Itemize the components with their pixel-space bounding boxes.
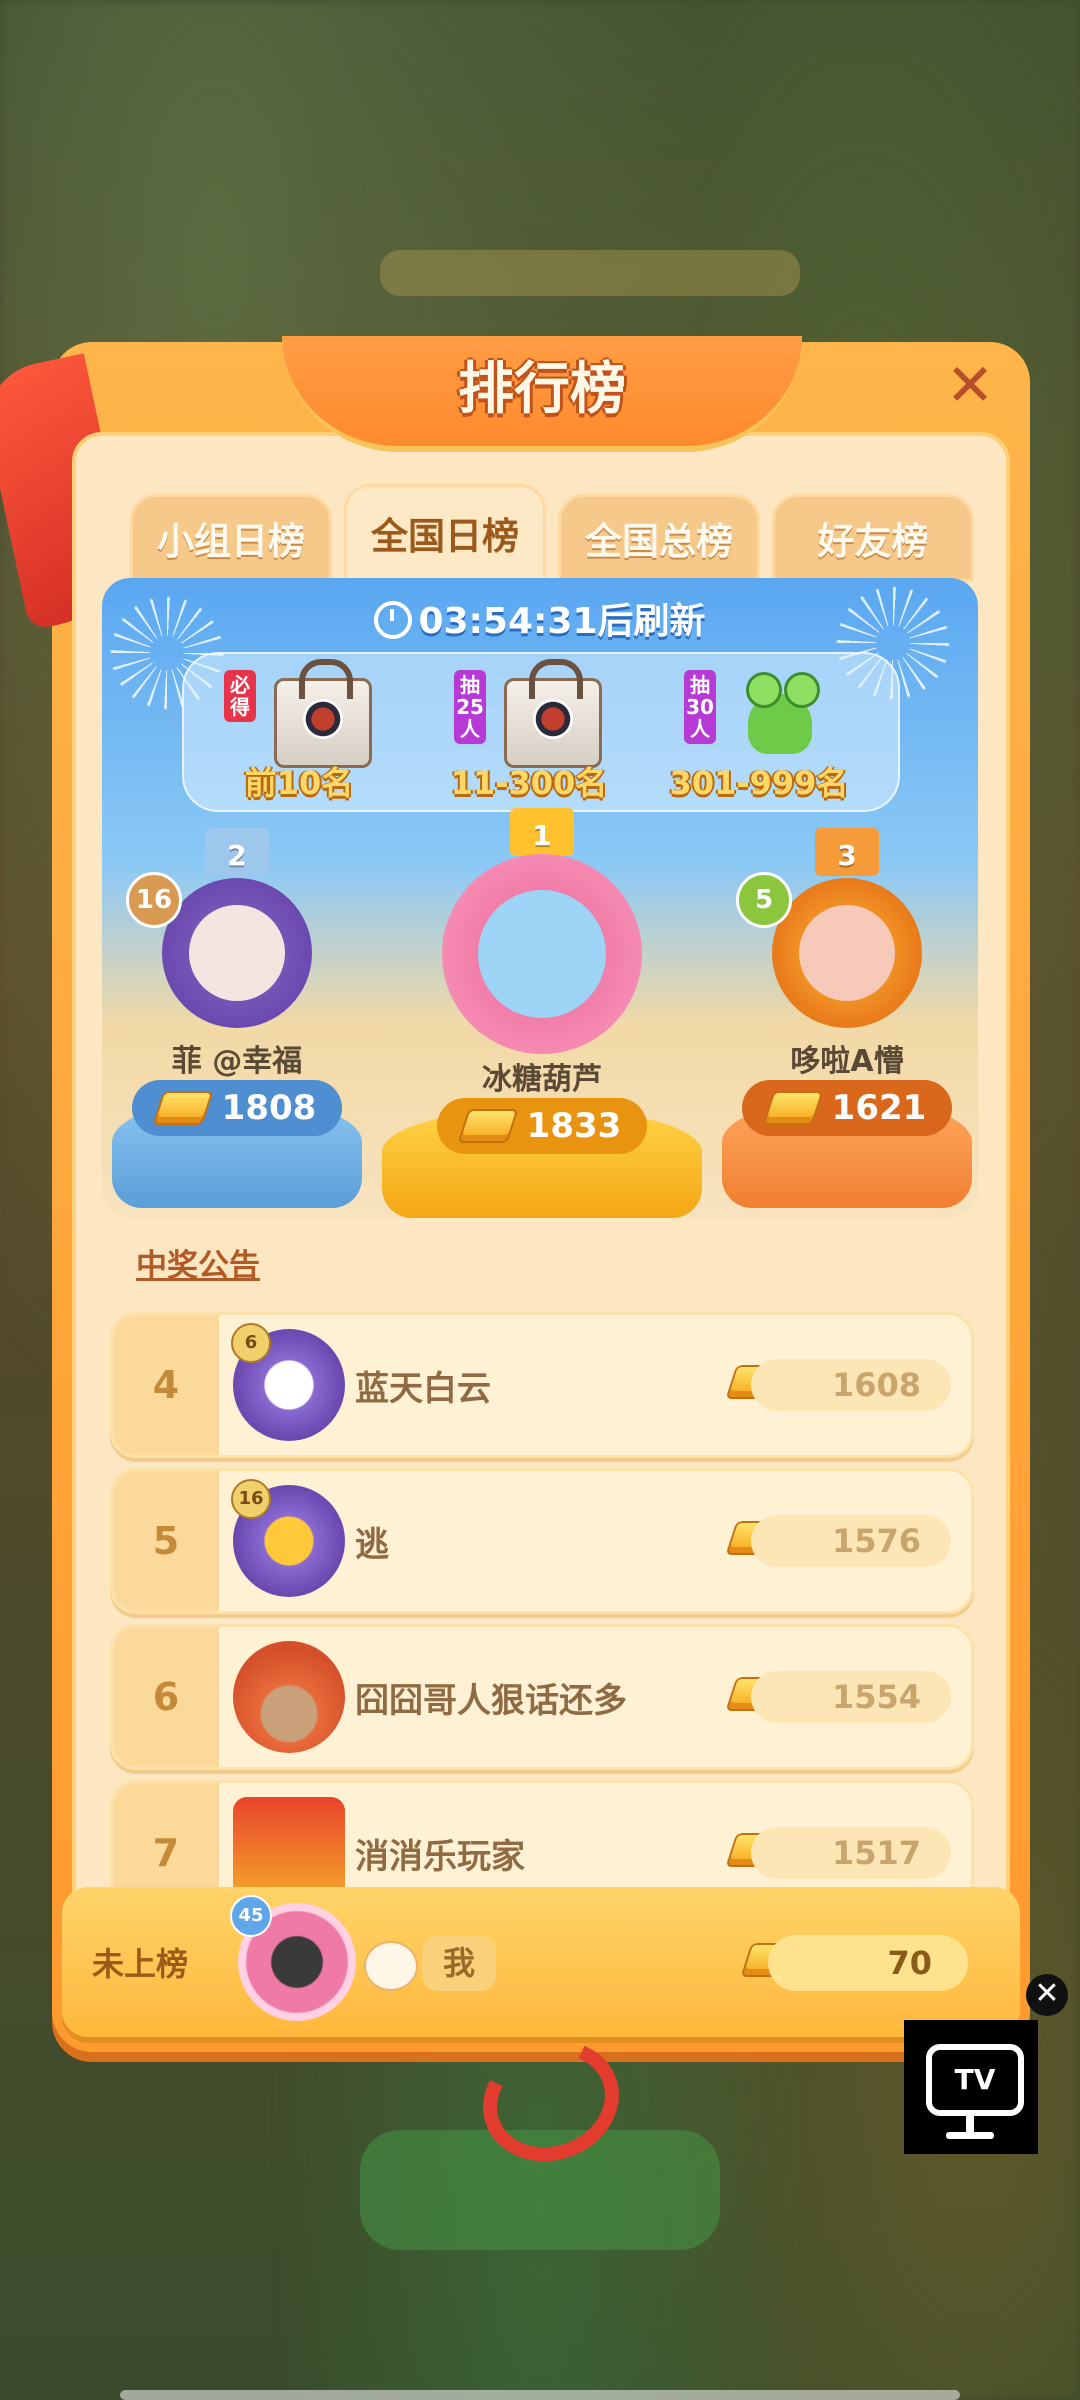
panel-title: 排行榜 <box>458 357 626 422</box>
bottom-indicator <box>120 2390 960 2400</box>
title-banner: 排行榜 <box>282 336 802 452</box>
reward-tag: 必得 <box>224 670 256 722</box>
rank-number: 6 <box>113 1627 219 1767</box>
leaderboard-panel: 排行榜 ✕ 小组日榜 全国日榜 全国总榜 好友榜 03:54:31后刷新 必得 … <box>0 336 1030 2181</box>
tab-group-daily[interactable]: 小组日榜 <box>130 494 332 582</box>
rank-number: 5 <box>113 1471 219 1611</box>
level-badge: 16 <box>231 1479 271 1519</box>
list-item[interactable]: 4 6 蓝天白云 1608 <box>110 1312 974 1458</box>
player-score: 1808 <box>221 1088 317 1128</box>
player-score: 1517 <box>751 1827 951 1879</box>
gift-bag-icon <box>274 659 372 768</box>
podium-area: 03:54:31后刷新 必得 前10名 抽25人 11-300名 抽30人 30… <box>102 578 978 1218</box>
player-name: 逃 <box>355 1524 389 1565</box>
list-item[interactable]: 6 囧囧哥人狠话还多 1554 <box>110 1624 974 1770</box>
overlay-close-button[interactable]: ✕ <box>1026 1974 1068 2016</box>
avatar <box>162 878 312 1028</box>
reward-label: 301-999名 <box>669 764 849 802</box>
reward-label: 前10名 <box>244 764 354 802</box>
tab-national-daily[interactable]: 全国日榜 <box>344 484 546 582</box>
player-score: 1621 <box>831 1088 927 1128</box>
timer-suffix: 后刷新 <box>597 601 706 642</box>
close-button[interactable]: ✕ <box>940 356 1000 416</box>
background-header-blur <box>380 250 800 296</box>
my-rank-row[interactable]: 未上榜 45 我 70 <box>62 1887 1020 2037</box>
leaderboard-tabs: 小组日榜 全国日榜 全国总榜 好友榜 <box>130 484 974 582</box>
score-bar: 1833 <box>437 1098 647 1154</box>
level-badge: 16 <box>126 872 182 928</box>
level-badge: 6 <box>231 1323 271 1363</box>
crown-icon: 2 <box>205 828 269 876</box>
my-score: 70 <box>768 1935 968 1991</box>
frog-plush-icon <box>734 664 826 764</box>
crown-icon: 1 <box>510 808 574 856</box>
player-name: 菲 @幸福 <box>171 1044 303 1079</box>
podium-rank-3[interactable]: 3 5 哆啦A懵 1621 <box>722 828 972 1208</box>
timer-value: 03:54:31 <box>418 601 598 642</box>
reward-label: 11-300名 <box>450 764 608 802</box>
mushroom-house-avatar <box>233 1641 345 1753</box>
crown-icon: 3 <box>815 828 879 876</box>
rank-number: 4 <box>113 1315 219 1455</box>
podium-rank-1[interactable]: 1 冰糖葫芦 1833 <box>382 808 702 1218</box>
prize-announcement-link[interactable]: 中奖公告 <box>136 1240 260 1285</box>
my-name: 我 <box>422 1935 496 1991</box>
reward-tag: 抽30人 <box>684 670 716 744</box>
player-name: 冰糖葫芦 <box>482 1062 602 1097</box>
avatar <box>442 854 642 1054</box>
player-score: 1608 <box>751 1359 951 1411</box>
tab-national-total[interactable]: 全国总榜 <box>558 494 760 582</box>
player-name: 囧囧哥人狠话还多 <box>355 1680 627 1721</box>
player-name: 蓝天白云 <box>355 1368 491 1409</box>
ranking-list: 4 6 蓝天白云 1608 5 16 逃 1576 6 囧囧哥人狠话还多 155… <box>110 1312 974 1936</box>
gold-bar-icon <box>152 1091 214 1125</box>
list-item[interactable]: 5 16 逃 1576 <box>110 1468 974 1614</box>
player-score: 1554 <box>751 1671 951 1723</box>
score-bar: 1621 <box>742 1080 952 1136</box>
tv-icon: TV <box>926 2044 1024 2116</box>
refresh-timer: 03:54:31后刷新 <box>102 592 978 644</box>
clock-icon <box>374 601 413 639</box>
my-rank-label: 未上榜 <box>92 1945 189 1983</box>
player-score: 1833 <box>526 1106 622 1146</box>
tv-button[interactable]: TV <box>904 2020 1038 2154</box>
reward-tiers[interactable]: 必得 前10名 抽25人 11-300名 抽30人 301-999名 <box>182 652 900 812</box>
player-score: 1576 <box>751 1515 951 1567</box>
level-badge: 5 <box>736 872 792 928</box>
bunny-icon <box>364 1941 418 1991</box>
player-name: 哆啦A懵 <box>790 1044 904 1079</box>
tv-label: TV <box>954 2063 996 2096</box>
gift-bag-icon <box>504 659 602 768</box>
crown-rank: 1 <box>532 819 552 852</box>
podium-rank-2[interactable]: 2 16 菲 @幸福 1808 <box>112 828 362 1208</box>
tab-friends[interactable]: 好友榜 <box>772 494 974 582</box>
gold-bar-icon <box>762 1091 824 1125</box>
crown-rank: 3 <box>837 839 857 872</box>
avatar <box>772 878 922 1028</box>
score-bar: 1808 <box>132 1080 342 1136</box>
reward-tier-3: 抽30人 301-999名 <box>654 664 864 804</box>
reward-tag: 抽25人 <box>454 670 486 744</box>
gold-bar-icon <box>457 1109 519 1143</box>
reward-tier-1: 必得 前10名 <box>194 659 404 804</box>
crown-rank: 2 <box>227 839 247 872</box>
reward-tier-2: 抽25人 11-300名 <box>424 659 634 804</box>
level-badge: 45 <box>230 1895 272 1937</box>
